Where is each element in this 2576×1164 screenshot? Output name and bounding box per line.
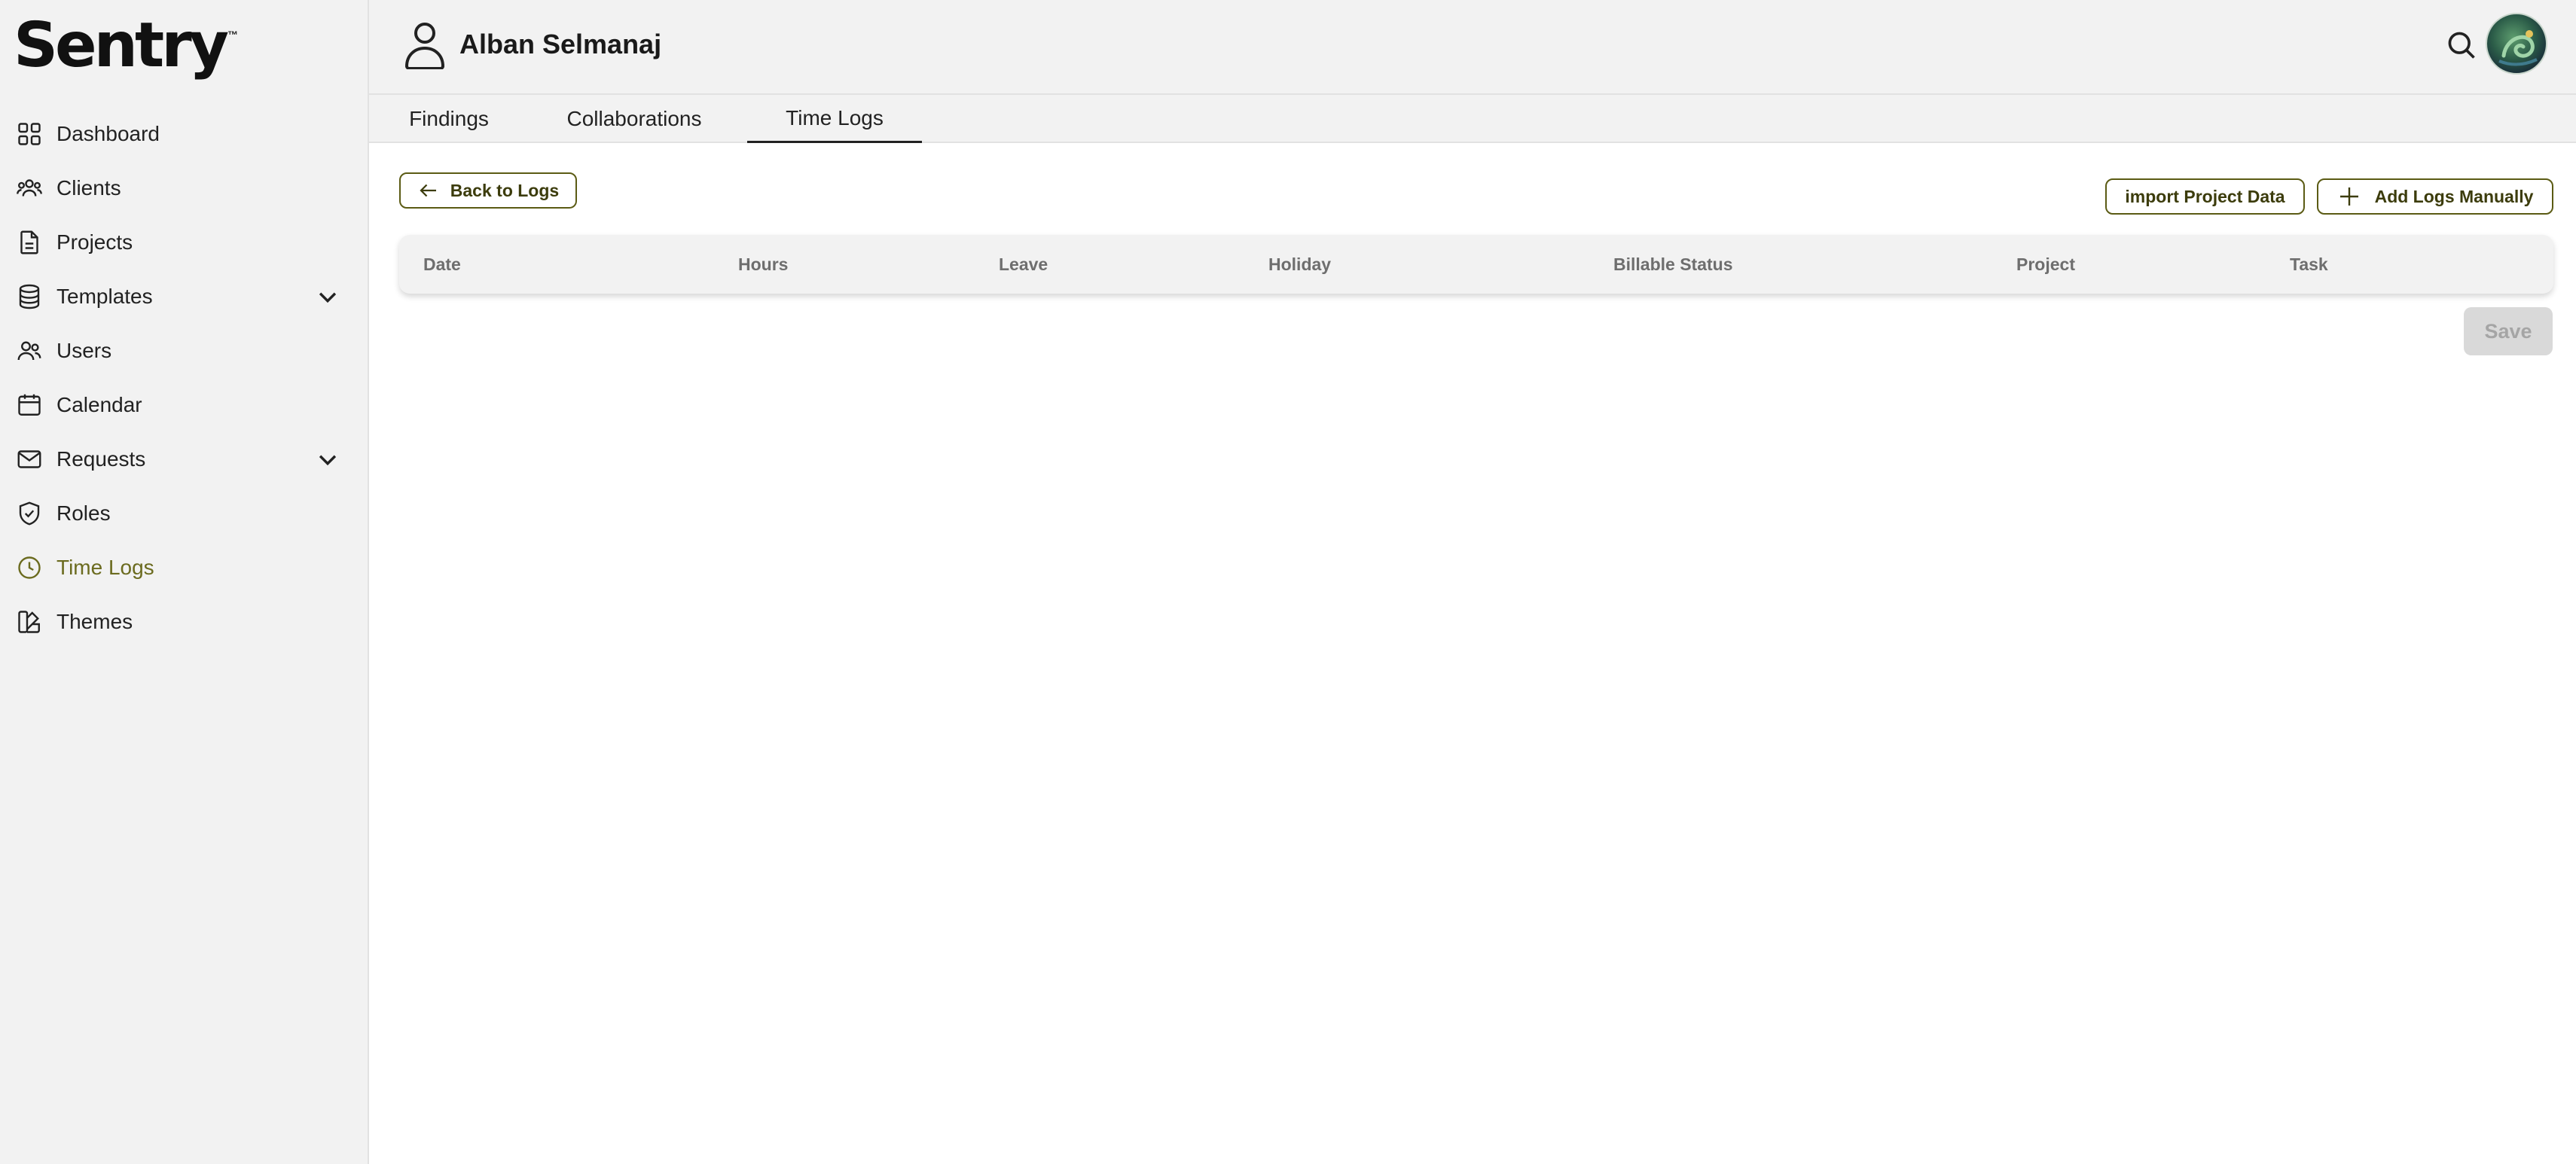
column-header-task[interactable]: Task xyxy=(2290,235,2328,294)
tab-findings[interactable]: Findings xyxy=(369,95,529,143)
arrow-left-icon xyxy=(420,184,436,197)
database-icon xyxy=(15,282,44,311)
avatar[interactable] xyxy=(2486,13,2547,75)
sidebar-item-label: Users xyxy=(56,339,112,362)
palette-icon xyxy=(15,608,44,636)
chevron-down-icon[interactable] xyxy=(315,284,340,309)
shield-check-icon xyxy=(15,499,44,528)
sentry-logo[interactable]: Sentry ™ xyxy=(14,12,238,80)
search-icon[interactable] xyxy=(2445,29,2478,62)
sidebar-item-themes[interactable]: Themes xyxy=(0,595,369,649)
back-to-logs-button[interactable]: Back to Logs xyxy=(399,172,577,209)
column-header-leave[interactable]: Leave xyxy=(999,235,1048,294)
users-icon xyxy=(15,337,44,365)
sidebar-item-label: Roles xyxy=(56,501,111,525)
clock-icon xyxy=(15,553,44,582)
sidebar-nav: Dashboard Clients Projects Templates Use… xyxy=(0,107,369,649)
app-root: Sentry ™ Dashboard Clients Projects Temp… xyxy=(0,0,2576,1164)
logo-trademark: ™ xyxy=(227,29,239,41)
sidebar-item-users[interactable]: Users xyxy=(0,324,369,378)
import-button-label: import Project Data xyxy=(2125,186,2285,206)
sidebar-item-label: Requests xyxy=(56,447,146,471)
column-header-hours[interactable]: Hours xyxy=(738,235,788,294)
sidebar-item-templates[interactable]: Templates xyxy=(0,270,369,324)
sidebar-item-requests[interactable]: Requests xyxy=(0,432,369,486)
user-icon xyxy=(404,23,445,69)
time-logs-table-header: Date Hours Leave Holiday Billable Status… xyxy=(399,235,2553,294)
column-header-date[interactable]: Date xyxy=(423,235,461,294)
import-project-data-button[interactable]: import Project Data xyxy=(2105,178,2305,215)
sidebar-item-label: Projects xyxy=(56,230,133,254)
sidebar-item-dashboard[interactable]: Dashboard xyxy=(0,107,369,161)
column-header-project[interactable]: Project xyxy=(2016,235,2075,294)
save-button[interactable]: Save xyxy=(2464,307,2553,355)
sidebar-item-calendar[interactable]: Calendar xyxy=(0,378,369,432)
sidebar-item-roles[interactable]: Roles xyxy=(0,486,369,541)
sidebar-item-label: Clients xyxy=(56,176,121,200)
sidebar-item-label: Calendar xyxy=(56,393,142,416)
sidebar-item-projects[interactable]: Projects xyxy=(0,215,369,270)
calendar-icon xyxy=(15,391,44,419)
sidebar: Sentry ™ Dashboard Clients Projects Temp… xyxy=(0,0,369,1164)
sidebar-item-label: Time Logs xyxy=(56,556,154,579)
logo-text: Sentry xyxy=(14,10,229,81)
sidebar-item-time-logs[interactable]: Time Logs xyxy=(0,541,369,595)
tab-time-logs[interactable]: Time Logs xyxy=(747,95,922,143)
sidebar-item-clients[interactable]: Clients xyxy=(0,161,369,215)
add-logs-manually-button[interactable]: Add Logs Manually xyxy=(2317,178,2553,215)
sidebar-item-label: Themes xyxy=(56,610,133,633)
tab-bar: Findings Collaborations Time Logs xyxy=(369,95,2576,143)
mail-icon xyxy=(15,445,44,474)
sidebar-item-label: Templates xyxy=(56,285,153,308)
column-header-holiday[interactable]: Holiday xyxy=(1268,235,1331,294)
tab-collaborations[interactable]: Collaborations xyxy=(529,95,740,143)
document-icon xyxy=(15,228,44,257)
grid-icon xyxy=(15,120,44,148)
page-title: Alban Selmanaj xyxy=(459,29,662,59)
top-header: Alban Selmanaj xyxy=(369,0,2576,95)
add-button-label: Add Logs Manually xyxy=(2374,186,2534,206)
chevron-down-icon[interactable] xyxy=(315,446,340,472)
back-button-label: Back to Logs xyxy=(450,180,560,200)
column-header-billable-status[interactable]: Billable Status xyxy=(1613,235,1732,294)
users-group-icon xyxy=(15,174,44,203)
sidebar-item-label: Dashboard xyxy=(56,122,160,145)
plus-icon xyxy=(2339,187,2358,206)
